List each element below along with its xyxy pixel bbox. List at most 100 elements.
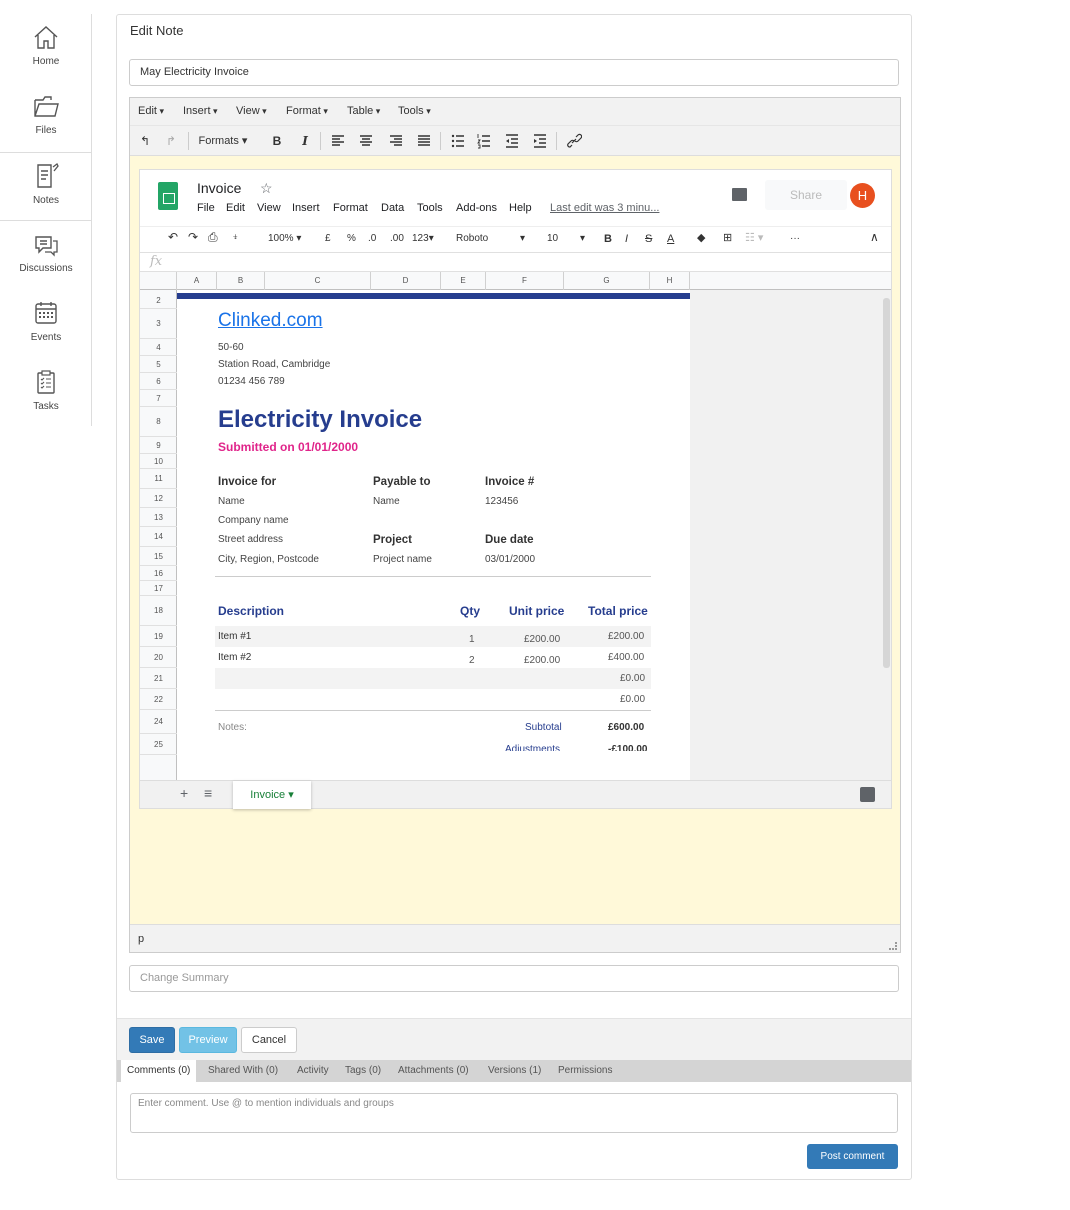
scrollbar-thumb[interactable] [883, 298, 890, 668]
menu-insert[interactable]: Insert [183, 105, 218, 117]
sheets-menu-view[interactable]: View [257, 202, 281, 214]
align-right-icon[interactable] [388, 131, 404, 151]
row-header[interactable]: 7 [140, 390, 177, 407]
menu-tools[interactable]: Tools [398, 105, 431, 117]
redo-icon[interactable]: ↷ [188, 230, 198, 244]
note-title-input[interactable]: May Electricity Invoice [129, 59, 899, 86]
undo-icon[interactable]: ↶ [168, 230, 178, 244]
tab-permissions[interactable]: Permissions [558, 1060, 612, 1082]
star-icon[interactable]: ☆ [260, 180, 273, 197]
tab-tags[interactable]: Tags (0) [345, 1060, 381, 1082]
tab-activity[interactable]: Activity [297, 1060, 329, 1082]
sheets-menu-data[interactable]: Data [381, 202, 404, 214]
avatar[interactable]: H [850, 183, 875, 208]
element-path[interactable]: p [138, 933, 144, 945]
cancel-button[interactable]: Cancel [241, 1027, 297, 1053]
italic-button[interactable]: I [625, 233, 628, 245]
paint-format-icon[interactable]: ⍖ [232, 231, 239, 244]
row-header[interactable]: 15 [140, 547, 177, 566]
align-center-icon[interactable] [358, 131, 374, 151]
align-left-icon[interactable] [330, 131, 346, 151]
row-header[interactable]: 24 [140, 710, 177, 734]
font-select[interactable]: Roboto [456, 233, 488, 244]
bold-button[interactable]: B [604, 233, 612, 245]
bullet-list-icon[interactable] [450, 131, 466, 151]
save-button[interactable]: Save [129, 1027, 175, 1053]
row-header[interactable]: 16 [140, 566, 177, 581]
row-header[interactable]: 2 [140, 293, 177, 309]
tab-shared-with[interactable]: Shared With (0) [208, 1060, 278, 1082]
outdent-icon[interactable] [504, 131, 520, 151]
tab-versions[interactable]: Versions (1) [488, 1060, 541, 1082]
change-summary-input[interactable]: Change Summary [129, 965, 899, 992]
nav-item-discussions[interactable]: Discussions [0, 221, 92, 290]
tab-comments[interactable]: Comments (0) [121, 1060, 197, 1082]
font-size-arrow-icon[interactable]: ▾ [580, 233, 585, 244]
indent-icon[interactable] [532, 131, 548, 151]
row-header[interactable]: 9 [140, 437, 177, 454]
sheets-menu-help[interactable]: Help [509, 202, 532, 214]
comment-input[interactable]: Enter comment. Use @ to mention individu… [130, 1093, 898, 1133]
col-header-a[interactable]: A [177, 272, 217, 290]
nav-item-notes[interactable]: Notes [0, 152, 92, 221]
sheet-doc-title[interactable]: Invoice [197, 180, 241, 196]
decrease-decimal-button[interactable]: .0 [368, 233, 376, 244]
nav-item-files[interactable]: Files [0, 83, 92, 152]
undo-icon[interactable]: ↰ [136, 131, 154, 151]
col-header-e[interactable]: E [441, 272, 486, 290]
currency-button[interactable]: £ [325, 233, 331, 244]
bold-button[interactable]: B [268, 131, 286, 151]
col-header-f[interactable]: F [486, 272, 564, 290]
nav-item-home[interactable]: Home [0, 14, 92, 83]
row-header[interactable]: 14 [140, 527, 177, 547]
row-header[interactable]: 17 [140, 581, 177, 596]
row-header[interactable]: 4 [140, 339, 177, 356]
share-button[interactable]: Share [765, 180, 847, 210]
vertical-scrollbar[interactable] [882, 290, 891, 780]
explore-icon[interactable] [860, 787, 875, 802]
sheets-menu-file[interactable]: File [197, 202, 215, 214]
row-header[interactable]: 19 [140, 626, 177, 647]
select-all-corner[interactable] [140, 272, 177, 290]
tab-attachments[interactable]: Attachments (0) [398, 1060, 469, 1082]
preview-button[interactable]: Preview [179, 1027, 237, 1053]
embedded-spreadsheet[interactable]: Invoice ☆ File Edit View Insert Format D… [139, 169, 892, 809]
formats-dropdown[interactable]: Formats ▾ [194, 131, 252, 151]
comment-icon[interactable] [732, 188, 747, 201]
row-header[interactable]: 6 [140, 373, 177, 390]
post-comment-button[interactable]: Post comment [807, 1144, 898, 1169]
italic-button[interactable]: I [296, 131, 314, 151]
row-header[interactable]: 18 [140, 596, 177, 626]
row-header[interactable]: 5 [140, 356, 177, 373]
sheets-menu-tools[interactable]: Tools [417, 202, 443, 214]
col-header-b[interactable]: B [217, 272, 265, 290]
row-header[interactable]: 3 [140, 309, 177, 339]
percent-button[interactable]: % [347, 233, 356, 244]
row-header[interactable]: 20 [140, 647, 177, 668]
link-icon[interactable] [566, 131, 582, 151]
sheets-menu-edit[interactable]: Edit [226, 202, 245, 214]
nav-item-tasks[interactable]: Tasks [0, 359, 92, 428]
merge-cells-icon[interactable]: ☷ ▾ [745, 231, 763, 244]
redo-icon[interactable]: ↱ [162, 131, 180, 151]
resize-handle-icon[interactable] [889, 942, 897, 950]
zoom-select[interactable]: 100% ▾ [268, 233, 301, 244]
all-sheets-icon[interactable]: ≡ [204, 785, 212, 801]
col-header-g[interactable]: G [564, 272, 650, 290]
row-header[interactable]: 12 [140, 489, 177, 508]
sheets-menu-insert[interactable]: Insert [292, 202, 320, 214]
menu-view[interactable]: View [236, 105, 267, 117]
collapse-toolbar-icon[interactable]: ∧ [870, 230, 879, 244]
add-sheet-icon[interactable]: + [180, 785, 188, 801]
more-options-button[interactable]: ··· [790, 233, 800, 244]
editor-content-area[interactable]: Invoice ☆ File Edit View Insert Format D… [130, 156, 900, 924]
spreadsheet-grid[interactable]: A B C D E F G H 2 3 4 5 6 7 8 9 10 11 12… [140, 272, 891, 780]
row-header[interactable]: 8 [140, 407, 177, 437]
number-format-select[interactable]: 123▾ [412, 233, 434, 244]
borders-icon[interactable]: ⊞ [723, 231, 732, 244]
row-header[interactable]: 11 [140, 469, 177, 489]
last-edit-link[interactable]: Last edit was 3 minu... [550, 202, 659, 214]
align-justify-icon[interactable] [416, 131, 432, 151]
text-color-button[interactable]: A [667, 233, 674, 245]
invoice-sheet[interactable]: Clinked.com 50-60 Station Road, Cambridg… [177, 290, 690, 780]
